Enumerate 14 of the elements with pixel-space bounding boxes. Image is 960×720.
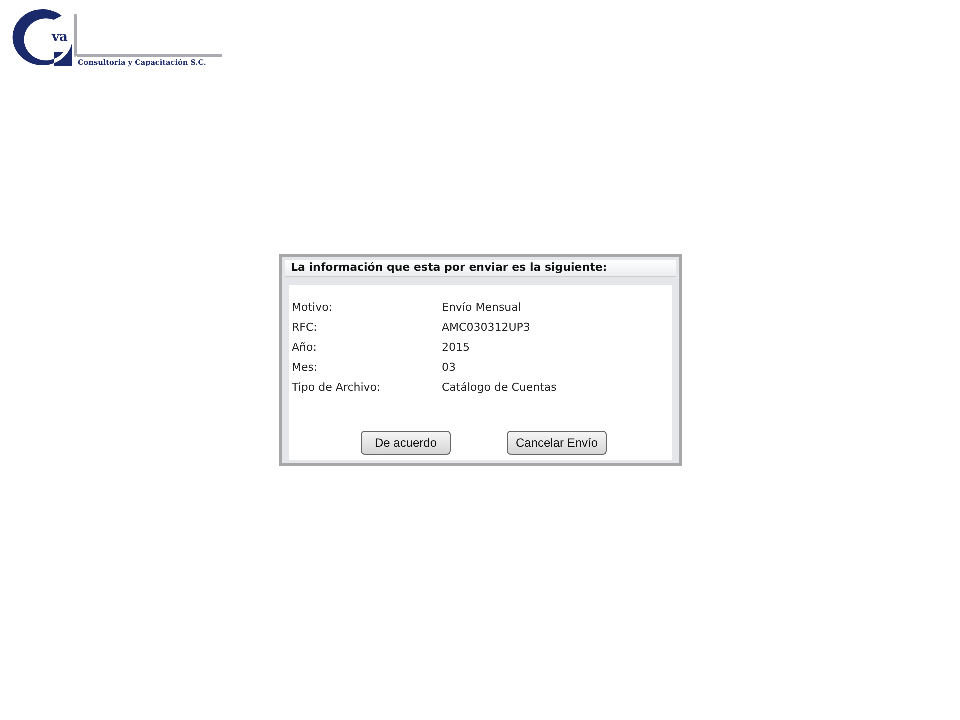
field-value: AMC030312UP3 <box>442 320 532 334</box>
cancel-button[interactable]: Cancelar Envío <box>507 431 607 455</box>
field-label: RFC: <box>292 320 318 334</box>
dialog-title: La información que esta por enviar es la siguiente: <box>285 260 676 277</box>
field-label: Año: <box>292 340 318 354</box>
agree-button[interactable]: De acuerdo <box>361 431 451 455</box>
logo-text: va <box>52 31 68 44</box>
field-label: Tipo de Archivo: <box>292 380 382 394</box>
field-value: 2015 <box>442 340 471 354</box>
field-value: Catálogo de Cuentas <box>442 380 558 394</box>
field-label: Mes: <box>292 360 319 374</box>
field-label: Motivo: <box>292 300 334 314</box>
field-value: 03 <box>442 360 457 374</box>
field-value: Envío Mensual <box>442 300 522 314</box>
